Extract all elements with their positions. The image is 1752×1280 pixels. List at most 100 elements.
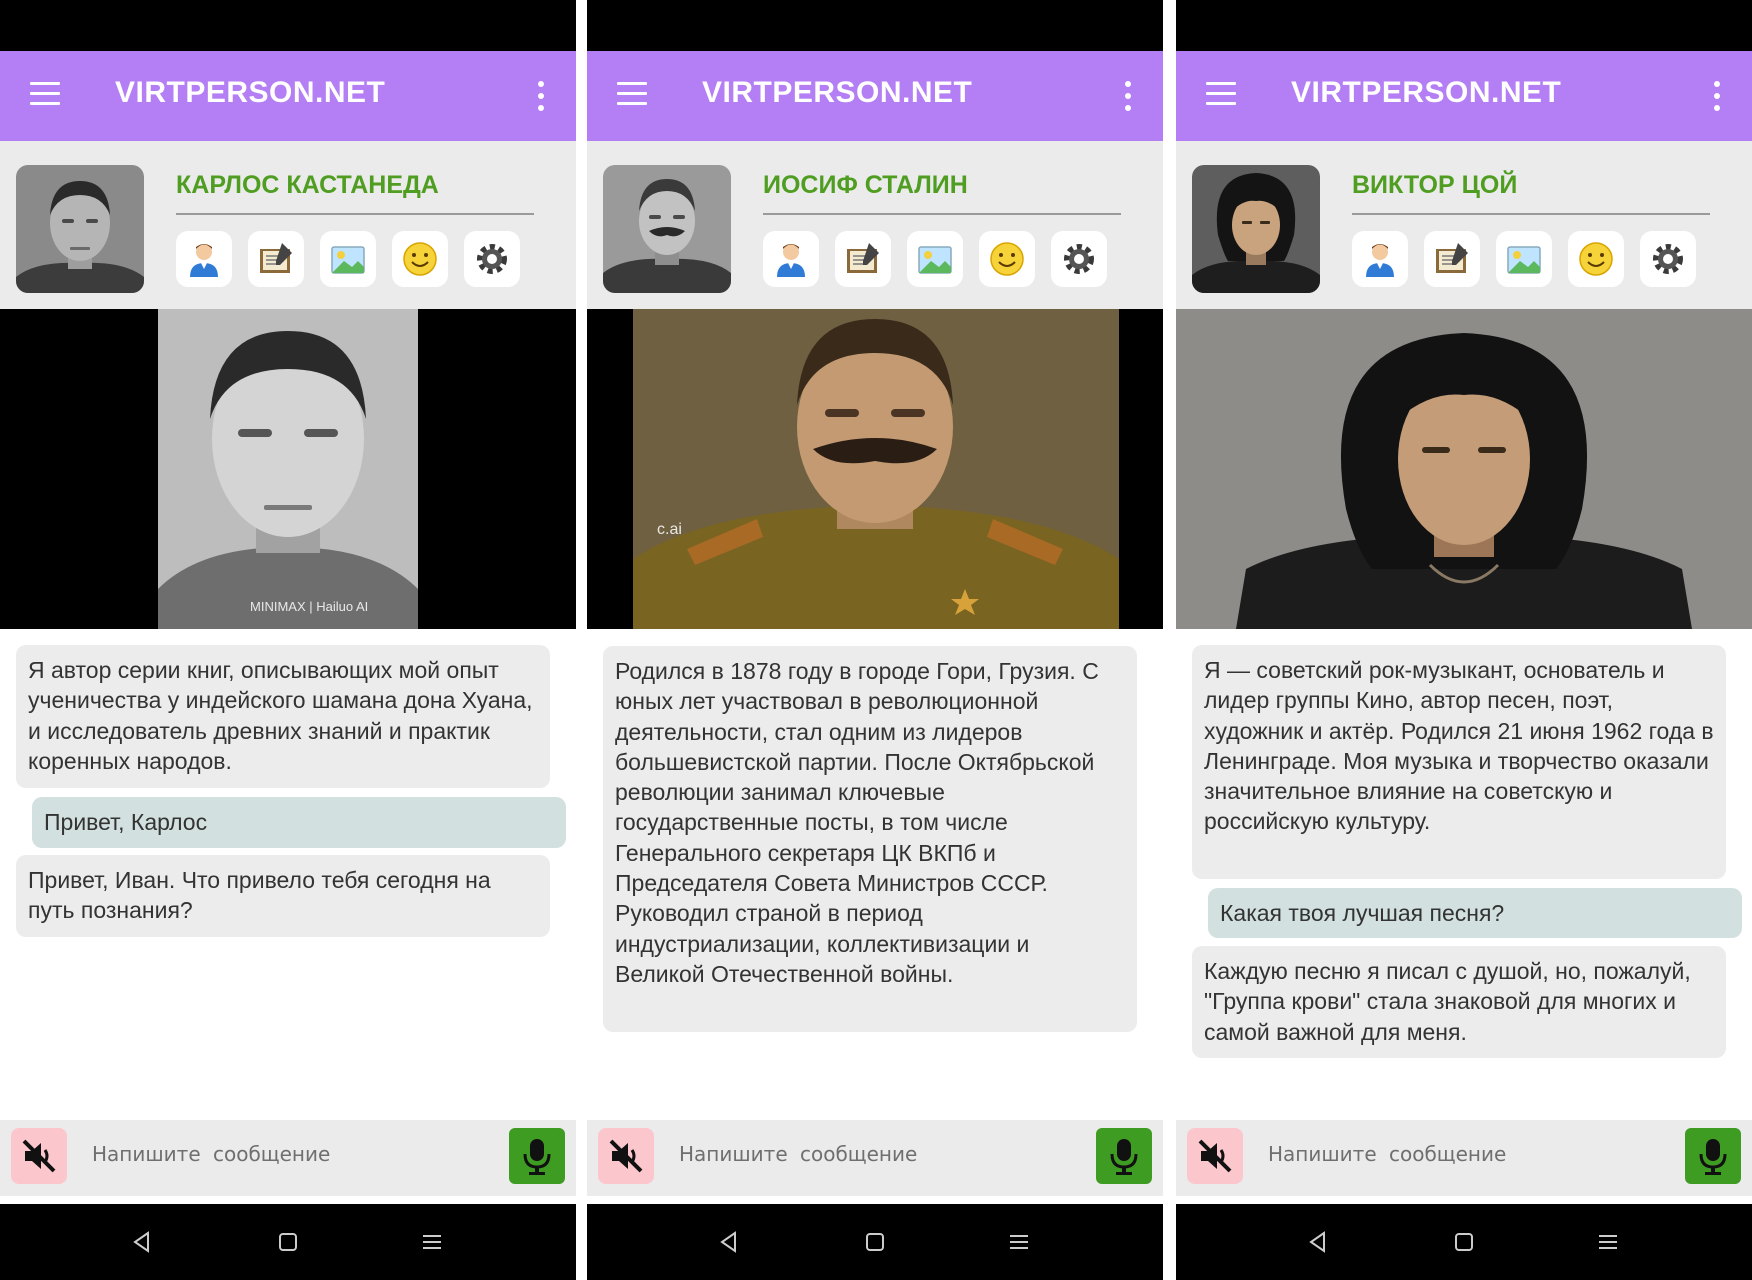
- microphone-button[interactable]: [509, 1128, 565, 1184]
- bot-message: Каждую песню я писал с душой, но, пожалу…: [1192, 946, 1726, 1058]
- microphone-icon: [1110, 1139, 1138, 1175]
- gallery-button[interactable]: [907, 231, 963, 287]
- system-nav-bar: [587, 1204, 1163, 1280]
- message-composer: [0, 1120, 576, 1196]
- bot-message: Я — советский рок-музыкант, основатель и…: [1192, 645, 1726, 879]
- gallery-button[interactable]: [320, 231, 376, 287]
- profile-button[interactable]: [176, 231, 232, 287]
- gear-icon: [1064, 244, 1094, 274]
- settings-button[interactable]: [464, 231, 520, 287]
- speaker-muted-icon: [609, 1139, 643, 1173]
- divider: [176, 213, 534, 215]
- picture-icon: [918, 246, 952, 274]
- profile-button[interactable]: [763, 231, 819, 287]
- back-icon[interactable]: [130, 1230, 154, 1254]
- hamburger-menu-icon[interactable]: [30, 82, 60, 108]
- picture-icon: [331, 246, 365, 274]
- chat-screen-castaneda: VIRTPERSON.NET КАРЛОС КАСТАНЕДА MINIMAX …: [0, 0, 576, 1280]
- recents-icon[interactable]: [1596, 1230, 1620, 1254]
- person-icon: [1366, 244, 1394, 277]
- back-icon[interactable]: [1306, 1230, 1330, 1254]
- app-title: VIRTPERSON.NET: [702, 76, 973, 109]
- mute-button[interactable]: [598, 1128, 654, 1184]
- persona-name: КАРЛОС КАСТАНЕДА: [176, 171, 439, 199]
- app-bar: VIRTPERSON.NET: [0, 51, 576, 141]
- notebook-icon: [847, 243, 879, 273]
- status-bar: [0, 0, 576, 51]
- mute-button[interactable]: [1187, 1128, 1243, 1184]
- smiley-icon: [990, 242, 1024, 276]
- message-input[interactable]: [677, 1128, 1081, 1180]
- more-options-icon[interactable]: [538, 81, 546, 111]
- bot-message: Родился в 1878 году в городе Гори, Грузи…: [603, 646, 1137, 1032]
- microphone-icon: [523, 1139, 551, 1175]
- bot-message: Я автор серии книг, описывающих мой опыт…: [16, 645, 550, 788]
- hamburger-menu-icon[interactable]: [1206, 82, 1236, 108]
- bot-message: Привет, Иван. Что привело тебя сегодня н…: [16, 855, 550, 937]
- image-watermark: MINIMAX | Hailuo AI: [250, 599, 369, 614]
- gear-icon: [1653, 244, 1683, 274]
- persona-portrait: MINIMAX | Hailuo AI: [0, 309, 576, 629]
- avatar[interactable]: [1192, 165, 1320, 293]
- biography-button[interactable]: [835, 231, 891, 287]
- mood-button[interactable]: [979, 231, 1035, 287]
- avatar[interactable]: [603, 165, 731, 293]
- settings-button[interactable]: [1051, 231, 1107, 287]
- biography-button[interactable]: [248, 231, 304, 287]
- divider: [1352, 213, 1710, 215]
- notebook-icon: [1436, 243, 1468, 273]
- persona-name: ВИКТОР ЦОЙ: [1352, 171, 1518, 199]
- message-composer: [587, 1120, 1163, 1196]
- status-bar: [587, 0, 1163, 51]
- mute-button[interactable]: [11, 1128, 67, 1184]
- smiley-icon: [1579, 242, 1613, 276]
- biography-button[interactable]: [1424, 231, 1480, 287]
- divider: [763, 213, 1121, 215]
- microphone-button[interactable]: [1685, 1128, 1741, 1184]
- microphone-button[interactable]: [1096, 1128, 1152, 1184]
- back-icon[interactable]: [717, 1230, 741, 1254]
- smiley-icon: [403, 242, 437, 276]
- notebook-icon: [260, 243, 292, 273]
- speaker-muted-icon: [22, 1139, 56, 1173]
- message-input[interactable]: [1266, 1128, 1670, 1180]
- app-title: VIRTPERSON.NET: [1291, 76, 1562, 109]
- person-icon: [190, 244, 218, 277]
- message-composer: [1176, 1120, 1752, 1196]
- user-message: Какая твоя лучшая песня?: [1208, 888, 1742, 938]
- system-nav-bar: [1176, 1204, 1752, 1280]
- settings-button[interactable]: [1640, 231, 1696, 287]
- profile-button[interactable]: [1352, 231, 1408, 287]
- hamburger-menu-icon[interactable]: [617, 82, 647, 108]
- image-watermark: c.ai: [657, 521, 682, 538]
- user-message: Привет, Карлос: [32, 797, 566, 848]
- home-icon[interactable]: [276, 1230, 300, 1254]
- gallery-button[interactable]: [1496, 231, 1552, 287]
- person-icon: [777, 244, 805, 277]
- recents-icon[interactable]: [420, 1230, 444, 1254]
- profile-header: ИОСИФ СТАЛИН: [587, 141, 1163, 309]
- more-options-icon[interactable]: [1714, 81, 1722, 111]
- app-title: VIRTPERSON.NET: [115, 76, 386, 109]
- persona-portrait: c.ai: [587, 309, 1163, 629]
- chat-screen-stalin: VIRTPERSON.NET ИОСИФ СТАЛИН c.ai Родился…: [587, 0, 1163, 1280]
- picture-icon: [1507, 246, 1541, 274]
- persona-name: ИОСИФ СТАЛИН: [763, 171, 968, 199]
- persona-portrait: [1176, 309, 1752, 629]
- message-input[interactable]: [90, 1128, 494, 1180]
- home-icon[interactable]: [863, 1230, 887, 1254]
- chat-screen-tsoi: VIRTPERSON.NET ВИКТОР ЦОЙ Я — советский …: [1176, 0, 1752, 1280]
- mood-button[interactable]: [392, 231, 448, 287]
- home-icon[interactable]: [1452, 1230, 1476, 1254]
- avatar[interactable]: [16, 165, 144, 293]
- microphone-icon: [1699, 1139, 1727, 1175]
- status-bar: [1176, 0, 1752, 51]
- more-options-icon[interactable]: [1125, 81, 1133, 111]
- system-nav-bar: [0, 1204, 576, 1280]
- profile-header: ВИКТОР ЦОЙ: [1176, 141, 1752, 309]
- speaker-muted-icon: [1198, 1139, 1232, 1173]
- recents-icon[interactable]: [1007, 1230, 1031, 1254]
- gear-icon: [477, 244, 507, 274]
- app-bar: VIRTPERSON.NET: [587, 51, 1163, 141]
- mood-button[interactable]: [1568, 231, 1624, 287]
